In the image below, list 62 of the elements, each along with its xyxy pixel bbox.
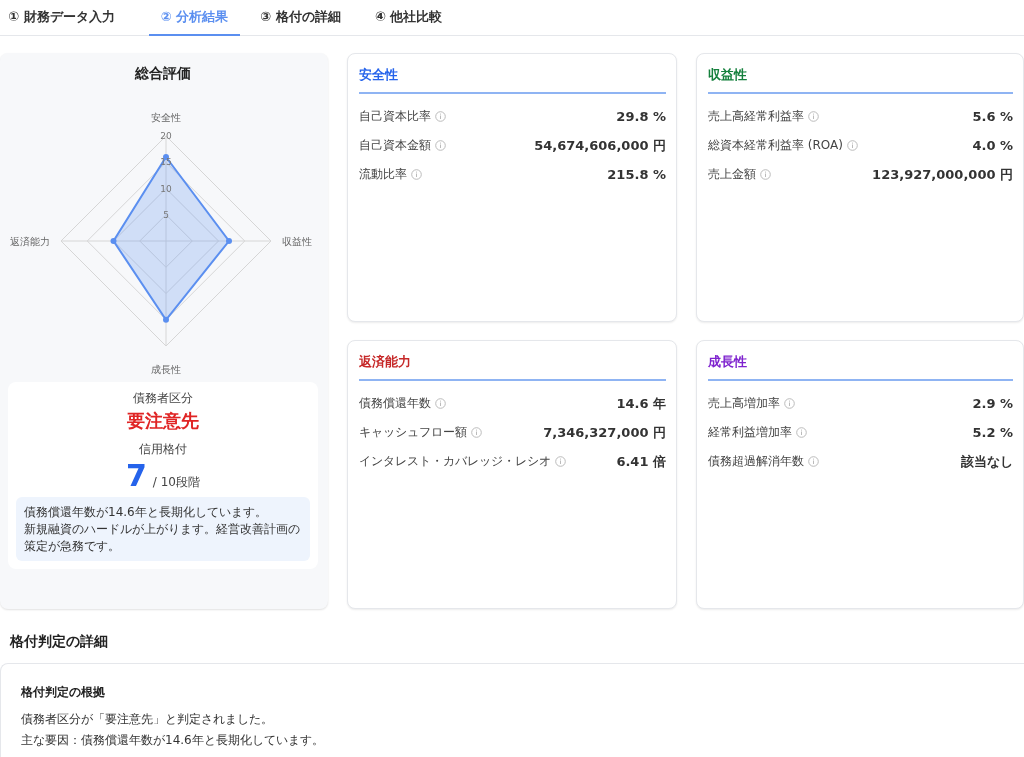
advice-text: 債務償還年数が14.6年と長期化しています。 xyxy=(24,504,268,521)
card-title: 返済能力 xyxy=(359,353,666,381)
metric-value: 2.9 % xyxy=(972,396,1013,411)
metric-value: 6.41 倍 xyxy=(616,452,666,471)
info-icon[interactable] xyxy=(808,111,819,122)
metric-value: 該当なし xyxy=(961,452,1013,471)
axis-label: 成長性 xyxy=(151,363,181,375)
metric-label: 経常利益増加率 xyxy=(708,424,792,441)
info-icon[interactable] xyxy=(435,398,446,409)
card-title: 安全性 xyxy=(359,66,666,94)
metric-label: 流動比率 xyxy=(359,166,407,183)
metric-label: 売上高増加率 xyxy=(708,395,780,412)
metric-value: 5.2 % xyxy=(972,425,1013,440)
info-icon[interactable] xyxy=(435,111,446,122)
info-icon[interactable] xyxy=(846,140,858,151)
info-icon[interactable] xyxy=(435,140,446,151)
metric-value: 4.0 % xyxy=(972,138,1013,153)
axis-label: 返済能力 xyxy=(10,236,51,247)
advice-text: 新規融資のハードルが上がります。経営改善計画の策定が急務です。 xyxy=(24,520,301,555)
debtor-class: 要注意先 xyxy=(127,409,199,433)
metric-label: インタレスト・カバレッジ・レシオ xyxy=(359,453,551,470)
metric-value: 215.8 % xyxy=(607,167,666,182)
info-icon[interactable] xyxy=(411,169,422,180)
tick-label: 5 xyxy=(163,209,169,220)
metric-label: 債務償還年数 xyxy=(359,395,431,412)
tab[interactable]: ④ 他社比較 xyxy=(374,0,457,36)
debtor-label: 債務者区分 xyxy=(133,390,193,407)
info-icon[interactable] xyxy=(796,427,807,438)
metric-label: キャッシュフロー額 xyxy=(359,424,467,441)
metric-value: 29.8 % xyxy=(616,109,666,124)
info-icon[interactable] xyxy=(555,456,566,467)
axis-label: 安全性 xyxy=(151,112,181,124)
metric-value: 14.6 年 xyxy=(616,394,666,413)
metric-label: 売上金額 xyxy=(708,166,756,183)
card-title: 成長性 xyxy=(708,353,1013,381)
info-icon[interactable] xyxy=(760,169,771,180)
card-title: 収益性 xyxy=(708,66,1013,94)
metric-label: 自己資本金額 xyxy=(359,137,431,154)
rating-value: 7 xyxy=(126,458,147,493)
detail-title: 格付判定の根拠 xyxy=(21,684,106,701)
detail-text: 主な要因：債務償還年数が14.6年と長期化しています。 xyxy=(21,732,325,749)
metric-value: 5.6 % xyxy=(972,109,1013,124)
metric-label: 売上高経常利益率 xyxy=(708,108,804,125)
info-icon[interactable] xyxy=(808,456,819,467)
info-icon[interactable] xyxy=(471,427,482,438)
metric-value: 123,927,000,000 円 xyxy=(872,165,1013,184)
tab[interactable]: ① 財務データ入力 xyxy=(8,0,129,36)
metric-label: 総資本経常利益率 (ROA) xyxy=(708,137,843,154)
info-icon[interactable] xyxy=(784,398,795,409)
metric-value: 7,346,327,000 円 xyxy=(543,423,666,442)
metric-label: 自己資本比率 xyxy=(359,108,431,125)
rating-label: 信用格付 xyxy=(139,441,187,458)
rating-scale: / 10段階 xyxy=(152,474,200,491)
panel-title: 総合評価 xyxy=(135,65,191,83)
tick-label: 10 xyxy=(160,183,172,194)
metric-value: 54,674,606,000 円 xyxy=(534,136,666,155)
tick-label: 20 xyxy=(160,131,172,141)
section-heading: 格付判定の詳細 xyxy=(10,633,109,651)
detail-text: 債務者区分が「要注意先」と判定されました。 xyxy=(21,711,274,728)
metric-label: 債務超過解消年数 xyxy=(708,453,804,470)
axis-label: 収益性 xyxy=(281,236,312,247)
tab[interactable]: ③ 格付の詳細 xyxy=(260,0,355,36)
